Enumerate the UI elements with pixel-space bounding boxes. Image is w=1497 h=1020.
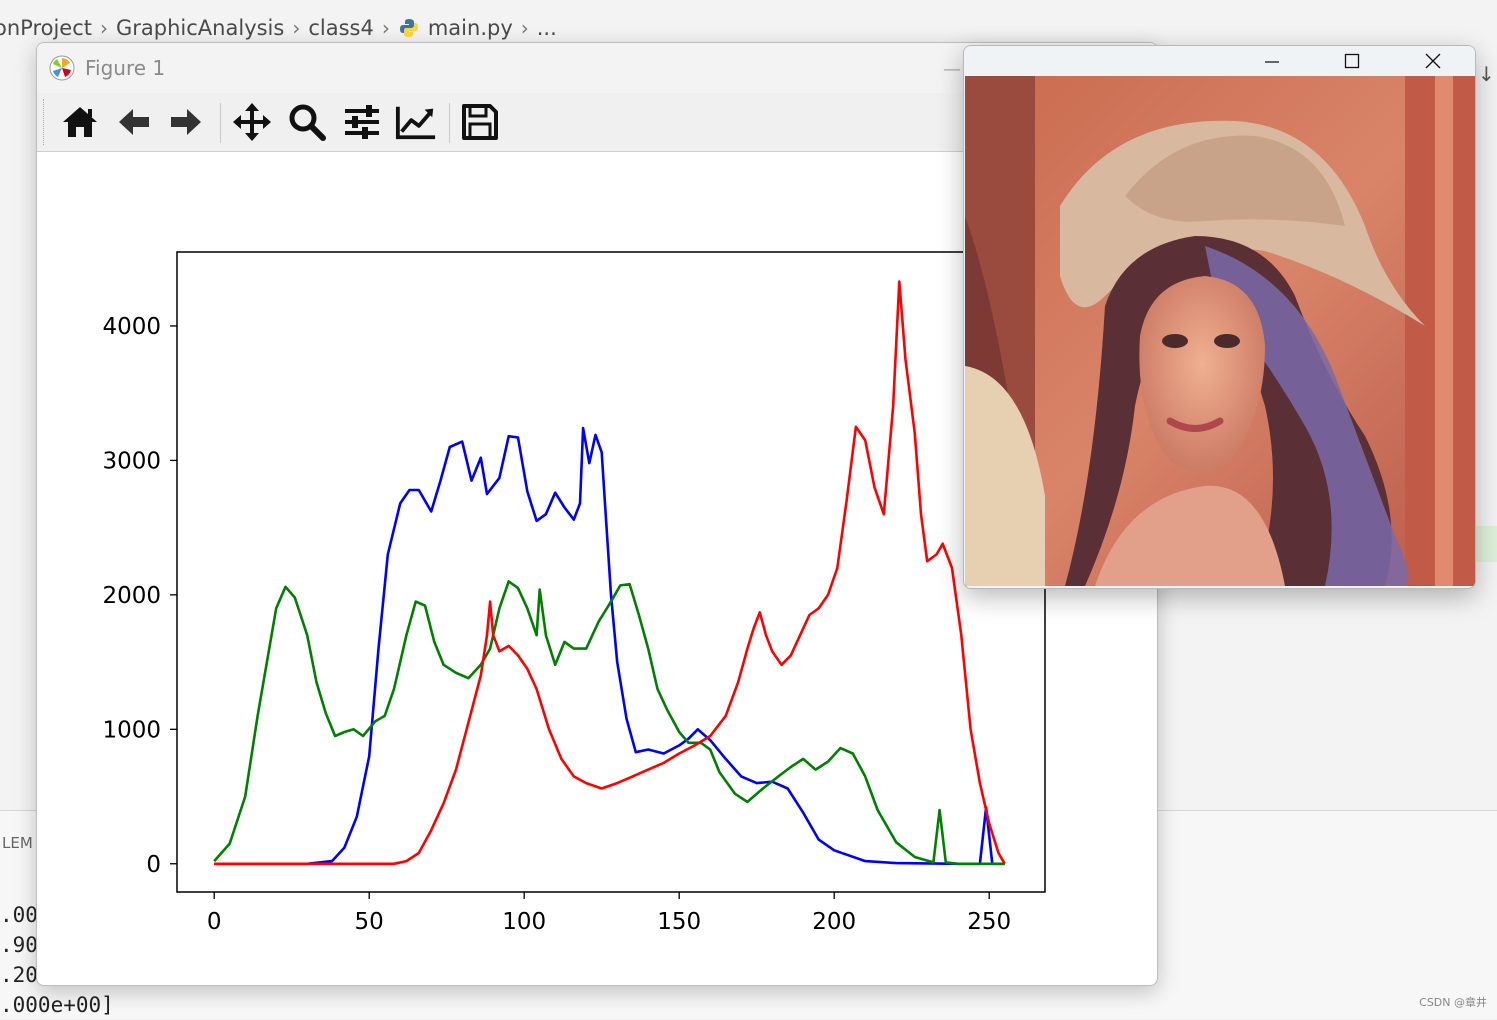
y-tick-label: 0 <box>146 852 161 878</box>
back-button[interactable] <box>113 101 155 143</box>
breadcrumb-subfolder[interactable]: class4 <box>308 16 374 40</box>
zoom-icon <box>289 104 326 141</box>
maximize-icon <box>1344 53 1360 69</box>
arrow-left-icon <box>119 109 149 135</box>
toolbar-separator <box>449 103 450 143</box>
x-tick-label: 100 <box>502 909 546 935</box>
arrow-down-icon[interactable]: ↓ <box>1478 62 1495 86</box>
breadcrumb-file[interactable]: main.py <box>428 16 513 40</box>
x-tick-label: 50 <box>355 909 384 935</box>
plot-area <box>177 252 1045 892</box>
customize-button[interactable] <box>395 101 437 143</box>
chevron-right-icon: › <box>292 16 301 40</box>
pan-icon <box>233 103 271 141</box>
editor-highlight <box>1476 526 1497 562</box>
arrow-right-icon <box>171 109 201 135</box>
panel-tab-label[interactable]: LEM <box>2 834 33 852</box>
chevron-right-icon: › <box>381 16 390 40</box>
figure-title: Figure 1 <box>85 56 166 80</box>
chevron-right-icon: › <box>100 16 109 40</box>
breadcrumb-folder[interactable]: GraphicAnalysis <box>116 16 284 40</box>
console-line: .000e+00] <box>0 993 114 1017</box>
x-tick-label: 150 <box>657 909 701 935</box>
subplots-button[interactable] <box>341 101 383 143</box>
y-tick-label: 2000 <box>102 583 161 609</box>
close-button[interactable] <box>1413 46 1453 76</box>
breadcrumb-project[interactable]: onProject <box>0 16 92 40</box>
y-tick-label: 4000 <box>102 314 161 340</box>
home-button[interactable] <box>59 101 101 143</box>
breadcrumb: onProject › GraphicAnalysis › class4 › m… <box>0 10 557 46</box>
minimize-button[interactable]: — <box>943 59 961 80</box>
sliders-icon <box>345 105 379 139</box>
matplotlib-logo-icon <box>49 55 75 81</box>
toolbar-separator <box>220 103 221 143</box>
minimize-button[interactable] <box>1252 46 1292 76</box>
y-tick-label: 3000 <box>102 448 161 474</box>
x-tick-label: 200 <box>812 909 856 935</box>
minimize-icon <box>1265 61 1279 63</box>
forward-button[interactable] <box>165 101 207 143</box>
maximize-button[interactable] <box>1332 46 1372 76</box>
save-icon <box>462 104 498 140</box>
breadcrumb-more[interactable]: ... <box>537 16 557 40</box>
chevron-right-icon: › <box>520 16 529 40</box>
zoom-button[interactable] <box>286 101 328 143</box>
x-tick-label: 250 <box>967 909 1011 935</box>
y-tick-label: 1000 <box>102 717 161 743</box>
save-button[interactable] <box>459 101 501 143</box>
python-file-icon <box>398 17 420 39</box>
image-window-titlebar[interactable] <box>964 46 1475 76</box>
displayed-photo <box>965 76 1475 586</box>
image-window <box>963 45 1476 589</box>
toolbar-grip[interactable] <box>43 99 46 145</box>
line-chart-icon <box>395 106 436 140</box>
x-tick-label: 0 <box>207 909 222 935</box>
home-icon <box>63 107 97 137</box>
watermark: CSDN @章井 <box>1419 996 1487 1009</box>
close-icon <box>1425 53 1441 69</box>
photo-placeholder <box>965 76 1475 586</box>
pan-button[interactable] <box>231 101 273 143</box>
